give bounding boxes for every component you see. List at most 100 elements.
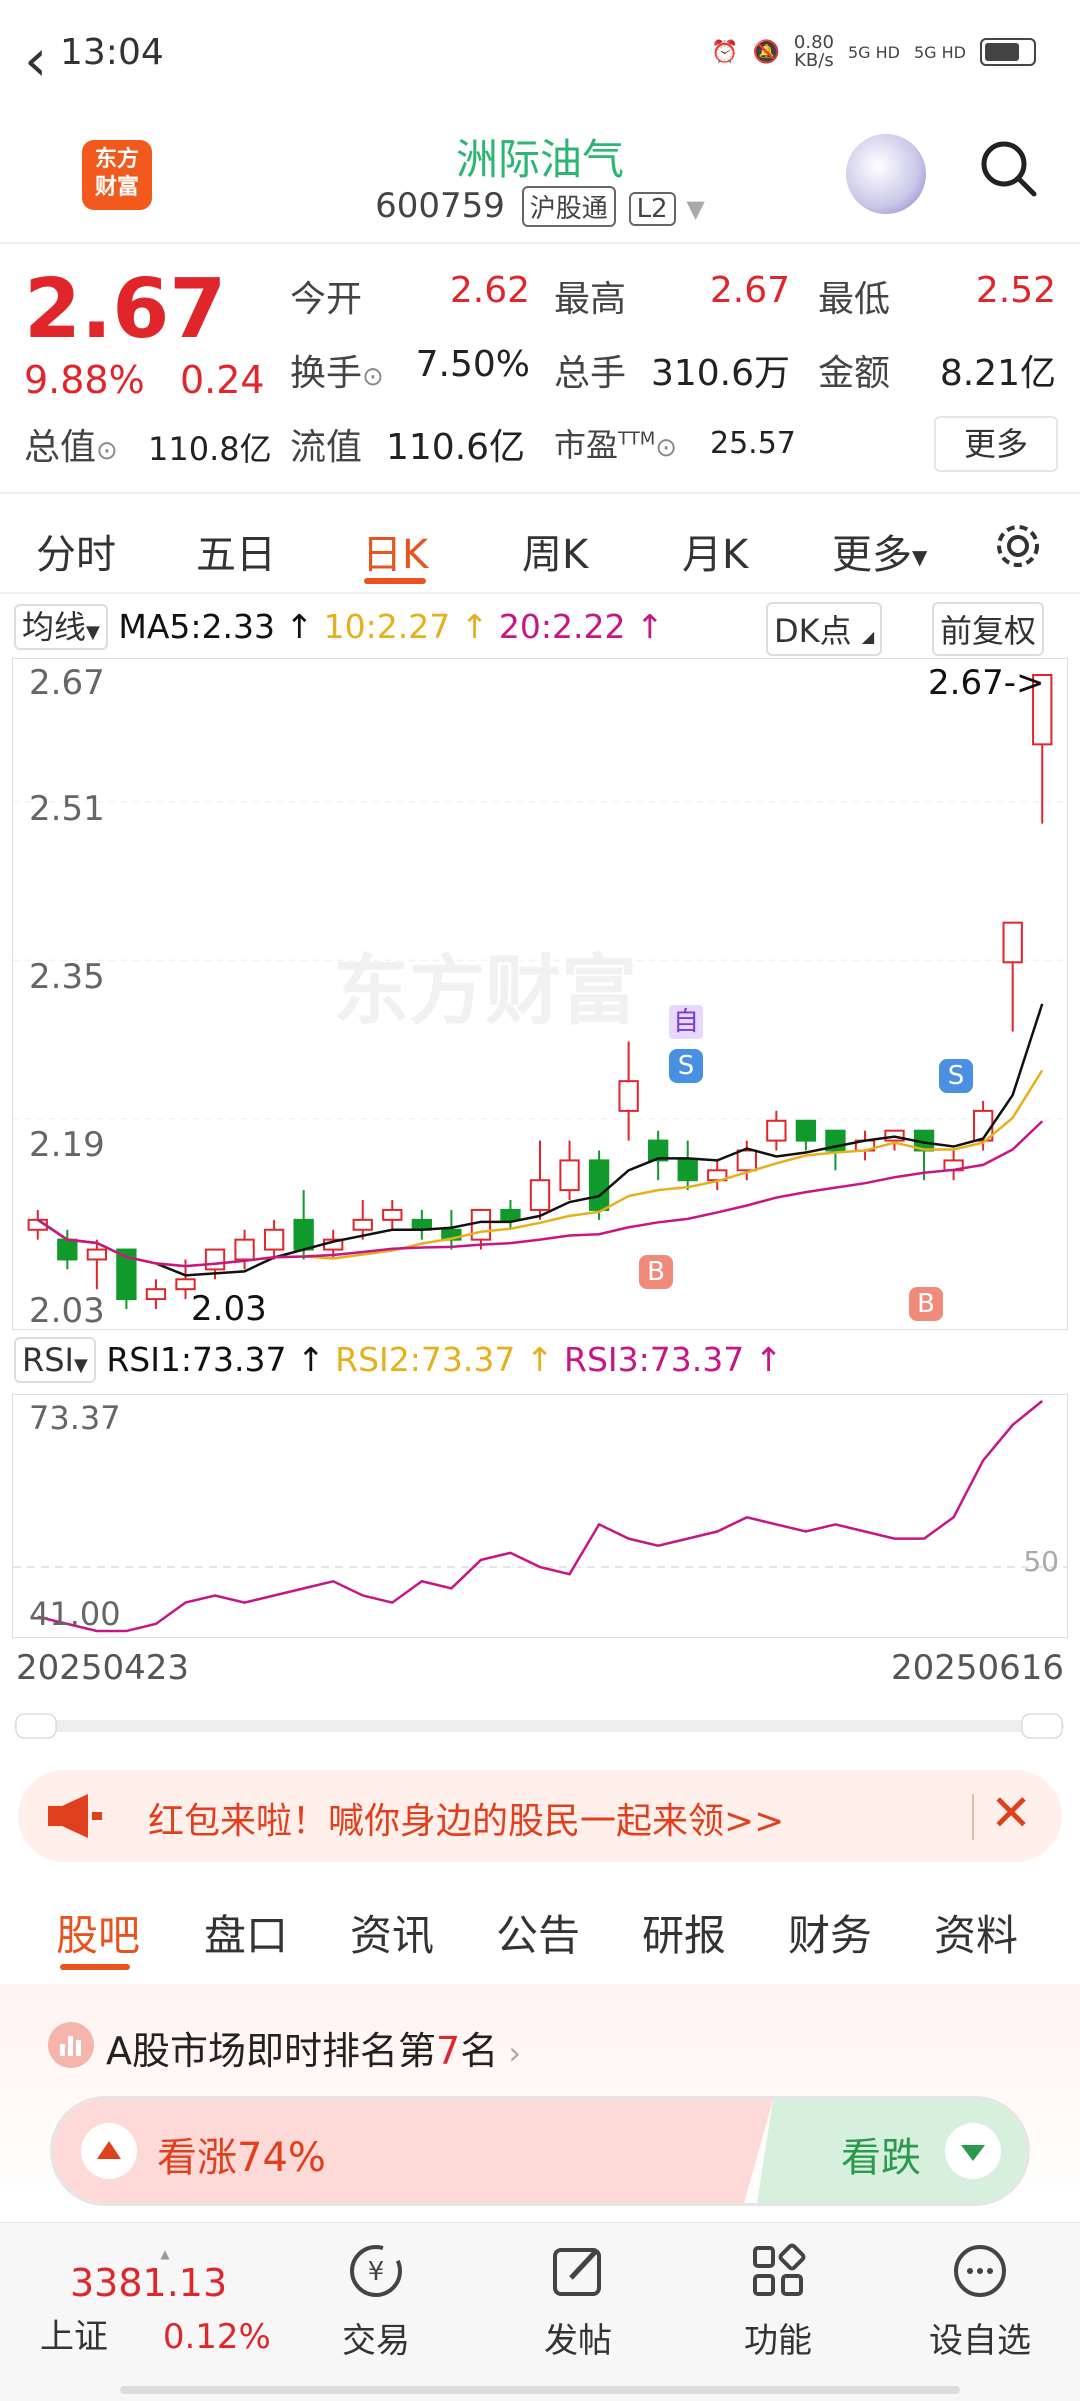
- edit-icon: [553, 2248, 601, 2296]
- y-tick-1: 2.51: [29, 789, 105, 829]
- back-button[interactable]: ‹: [24, 26, 47, 94]
- rank-chart-icon: [48, 2022, 94, 2068]
- tabs-divider: [0, 592, 1080, 594]
- down-triangle-icon: [945, 2123, 1001, 2179]
- megaphone-icon: [48, 1794, 102, 1838]
- rsi-chart[interactable]: 73.37 41.00 50: [12, 1394, 1068, 1638]
- tab-five-day[interactable]: 五日: [196, 522, 276, 580]
- range-scrollbar[interactable]: [14, 1712, 1064, 1740]
- index-change: 0.12%: [162, 2317, 271, 2357]
- low-marker-label: 2.03: [191, 1289, 267, 1329]
- banner-separator: [972, 1794, 974, 1840]
- function-button[interactable]: 功能: [698, 2235, 858, 2362]
- candle-body: [204, 1248, 226, 1271]
- close-icon[interactable]: ✕: [990, 1784, 1032, 1842]
- tab-weekly-k[interactable]: 周K: [522, 522, 588, 580]
- stock-switch-caret-icon[interactable]: ▼: [686, 195, 704, 223]
- battery-icon: [980, 38, 1036, 66]
- candle-body: [57, 1238, 78, 1261]
- y-tick-3: 2.19: [29, 1125, 105, 1165]
- low-value: 2.52: [975, 270, 1056, 311]
- watermark: 东方财富: [333, 946, 637, 1035]
- status-bar: 13:04 ⏰ 🔕 0.80 KB/s 5G HD 5G HD: [0, 0, 1080, 110]
- add-watchlist-button[interactable]: 设自选: [900, 2235, 1060, 2362]
- rsi2-value: RSI2:73.37 ↑: [335, 1340, 554, 1379]
- high-label: 最高: [554, 279, 627, 320]
- bearish-button[interactable]: 看跌: [757, 2099, 1027, 2203]
- y-tick-2: 2.35: [29, 957, 105, 997]
- status-icons: ⏰ 🔕 0.80 KB/s 5G HD 5G HD: [711, 34, 1036, 70]
- tab-announcement[interactable]: 公告: [496, 1902, 580, 1963]
- mute-icon: 🔕: [752, 39, 780, 65]
- candle-body: [263, 1228, 285, 1251]
- candle-body: [352, 1218, 373, 1231]
- amount-value: 8.21亿: [939, 353, 1056, 394]
- status-time: 13:04: [60, 32, 164, 73]
- rank-text[interactable]: A股市场即时排名第7名 ›: [106, 2020, 521, 2075]
- index-ticker[interactable]: ▲ 3381.13 上证 0.12%: [30, 2247, 300, 2358]
- kline-chart[interactable]: 2.67 2.51 2.35 2.19 2.03 2.67-> 2.03 东方财…: [12, 658, 1068, 1331]
- rank-number: 7: [436, 2029, 461, 2073]
- candle-body: [559, 1159, 580, 1192]
- self-marker: 自: [669, 1005, 703, 1039]
- active-tab-indicator: [364, 578, 426, 584]
- grid-icon: [753, 2243, 806, 2296]
- post-button[interactable]: 发帖: [498, 2235, 658, 2362]
- bullish-button[interactable]: 看涨74%: [53, 2099, 773, 2203]
- change-value: 0.24: [180, 358, 265, 402]
- ma5-value: MA5:2.33 ↑: [118, 607, 314, 646]
- volume-value: 310.6万: [650, 353, 790, 394]
- ma-select[interactable]: 均线▼: [14, 604, 108, 650]
- tab-research[interactable]: 研报: [642, 1902, 726, 1963]
- tab-monthly-k[interactable]: 月K: [682, 522, 748, 580]
- tab-intraday[interactable]: 分时: [36, 522, 116, 580]
- trade-button[interactable]: ¥ 交易: [296, 2235, 456, 2362]
- more-quote-button[interactable]: 更多: [934, 416, 1058, 472]
- candle-body: [736, 1149, 757, 1172]
- dk-point-select[interactable]: DK点 ◢: [766, 602, 883, 656]
- sentiment-vote: 看涨74% 看跌: [50, 2096, 1030, 2206]
- candle-body: [86, 1248, 108, 1261]
- gear-icon[interactable]: [992, 520, 1044, 572]
- last-price-label: 2.67->: [928, 663, 1045, 703]
- add-watchlist-label: 设自选: [929, 2321, 1031, 2361]
- candle-body: [500, 1208, 521, 1221]
- kline-tabs: 分时 五日 日K 周K 月K 更多▼: [0, 500, 1080, 590]
- search-icon[interactable]: [978, 138, 1038, 198]
- assistant-robot-icon[interactable]: [846, 134, 926, 214]
- rsi-indicator-row: RSI▼ RSI1:73.37 ↑ RSI2:73.37 ↑ RSI3:73.3…: [14, 1337, 782, 1383]
- index-value: 3381.13: [70, 2261, 228, 2305]
- tab-profile[interactable]: 资料: [934, 1902, 1018, 1963]
- rsi-select[interactable]: RSI▼: [14, 1337, 96, 1383]
- amount-label: 金额: [818, 353, 891, 394]
- tab-more[interactable]: 更多▼: [832, 522, 927, 580]
- adjust-select[interactable]: 前复权: [932, 602, 1045, 656]
- tab-daily-k[interactable]: 日K: [362, 522, 428, 580]
- y-tick-4: 2.03: [29, 1291, 105, 1331]
- tab-pankou[interactable]: 盘口: [204, 1902, 288, 1963]
- buy-marker-1: B: [639, 1255, 673, 1289]
- signal-2: 5G HD: [913, 42, 966, 62]
- y-tick-0: 2.67: [29, 663, 105, 703]
- alarm-icon: ⏰: [711, 39, 739, 65]
- bottom-bar: ▲ 3381.13 上证 0.12% ¥ 交易 发帖 功能 设自选: [0, 2222, 1080, 2401]
- candle-body: [588, 1159, 610, 1211]
- pe-value: 25.57: [710, 426, 796, 461]
- tab-guba[interactable]: 股吧: [56, 1902, 140, 1963]
- low-label: 最低: [818, 279, 891, 320]
- rsi-bottom-label: 41.00: [29, 1595, 121, 1633]
- more-dots-icon: [954, 2245, 1006, 2297]
- turnover-value: 7.50%: [415, 344, 530, 385]
- up-triangle-icon: [81, 2123, 137, 2179]
- candle-body: [766, 1119, 787, 1142]
- candle-body: [145, 1288, 167, 1301]
- candle-body: [175, 1278, 196, 1291]
- bearish-label: 看跌: [841, 2135, 921, 2181]
- index-caret-icon: ▲: [160, 2247, 170, 2261]
- open-value: 2.62: [449, 270, 530, 311]
- tab-news[interactable]: 资讯: [350, 1902, 434, 1963]
- candle-body: [470, 1208, 492, 1241]
- tab-finance[interactable]: 财务: [788, 1902, 872, 1963]
- red-packet-banner[interactable]: 红包来啦！喊你身边的股民一起来领>> ✕: [18, 1770, 1062, 1862]
- date-end: 20250616: [890, 1648, 1064, 1688]
